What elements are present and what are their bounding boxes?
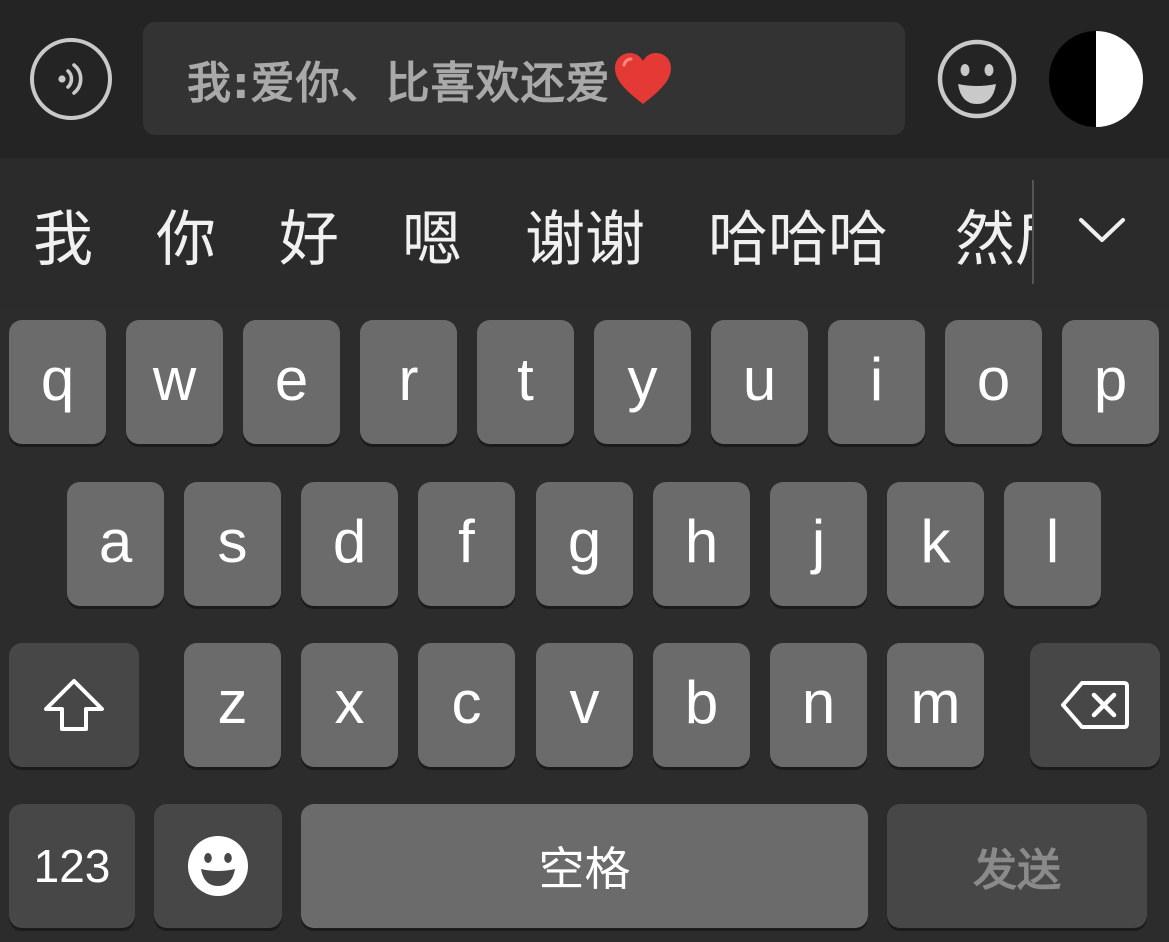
key-x[interactable]: x [301, 643, 398, 767]
candidate-word[interactable]: 哈哈哈 [708, 200, 888, 280]
send-key-label: 发送 [973, 845, 1061, 896]
key-n[interactable]: n [770, 643, 867, 767]
key-label: e [274, 345, 309, 413]
shift-arrow-icon [44, 679, 104, 731]
theme-toggle-button[interactable] [1048, 30, 1144, 128]
key-g[interactable]: g [536, 482, 633, 606]
key-label: d [332, 507, 367, 575]
key-j[interactable]: j [770, 482, 867, 606]
key-o[interactable]: o [945, 320, 1042, 444]
key-label: t [517, 345, 534, 413]
key-d[interactable]: d [301, 482, 398, 606]
key-label: p [1093, 345, 1128, 413]
key-b[interactable]: b [653, 643, 750, 767]
key-c[interactable]: c [418, 643, 515, 767]
key-label: y [627, 345, 658, 413]
half-circle-contrast-icon [1049, 31, 1143, 127]
key-v[interactable]: v [536, 643, 633, 767]
candidate-word[interactable]: 嗯 [402, 200, 462, 280]
key-h[interactable]: h [653, 482, 750, 606]
key-i[interactable]: i [828, 320, 925, 444]
key-label: f [458, 507, 475, 575]
numbers-key[interactable]: 123 [9, 804, 135, 928]
key-label: z [217, 668, 248, 736]
key-label: h [684, 507, 719, 575]
key-label: q [40, 345, 75, 413]
emoji-key[interactable] [154, 804, 282, 928]
key-u[interactable]: u [711, 320, 808, 444]
key-q[interactable]: q [9, 320, 106, 444]
key-label: g [567, 507, 602, 575]
emoji-button[interactable] [936, 38, 1018, 120]
chevron-down-icon [1079, 218, 1125, 242]
key-label: a [98, 507, 133, 575]
key-l[interactable]: l [1004, 482, 1101, 606]
key-label: j [811, 507, 826, 575]
key-label: k [920, 507, 951, 575]
key-label: i [869, 345, 884, 413]
key-label: l [1045, 507, 1060, 575]
key-z[interactable]: z [184, 643, 281, 767]
candidate-bar: 我 你 好 嗯 谢谢 哈哈哈 然后 [0, 158, 1169, 308]
red-heart-icon [614, 52, 671, 104]
candidate-word[interactable]: 然后 [955, 200, 1032, 280]
candidate-word[interactable]: 你 [156, 200, 216, 280]
key-r[interactable]: r [360, 320, 457, 444]
message-input-field[interactable]: 我:爱你、比喜欢还爱 [143, 22, 905, 135]
candidate-list: 我 你 好 嗯 谢谢 哈哈哈 然后 [0, 158, 1032, 308]
candidate-word[interactable]: 谢谢 [525, 200, 645, 280]
key-label: s [217, 507, 248, 575]
smiley-face-icon [937, 39, 1017, 119]
shift-key[interactable] [9, 643, 139, 767]
key-k[interactable]: k [887, 482, 984, 606]
send-key[interactable]: 发送 [887, 804, 1147, 928]
key-label: r [398, 345, 419, 413]
key-a[interactable]: a [67, 482, 164, 606]
smiley-face-icon [188, 836, 248, 896]
key-w[interactable]: w [126, 320, 223, 444]
space-key[interactable]: 空格 [301, 804, 868, 928]
key-y[interactable]: y [594, 320, 691, 444]
backspace-key[interactable] [1030, 643, 1160, 767]
key-f[interactable]: f [418, 482, 515, 606]
key-e[interactable]: e [243, 320, 340, 444]
chat-input-bar: 我:爱你、比喜欢还爱 [0, 0, 1169, 158]
candidate-word[interactable]: 我 [33, 200, 93, 280]
key-label: n [801, 668, 836, 736]
message-text: 我:爱你、比喜欢还爱 [187, 57, 611, 109]
key-label: c [451, 668, 482, 736]
key-label: u [742, 345, 777, 413]
voice-wave-icon [58, 63, 83, 95]
candidate-divider [1032, 180, 1034, 284]
key-p[interactable]: p [1062, 320, 1159, 444]
key-label: o [976, 345, 1011, 413]
key-label: b [684, 668, 719, 736]
space-key-label: 空格 [538, 842, 631, 896]
key-m[interactable]: m [887, 643, 984, 767]
key-label: v [569, 668, 600, 736]
expand-candidates-button[interactable] [1070, 198, 1134, 262]
backspace-icon [1061, 681, 1129, 729]
numbers-key-label: 123 [33, 840, 111, 892]
key-label: w [152, 345, 197, 413]
voice-input-button[interactable] [30, 38, 112, 120]
key-s[interactable]: s [184, 482, 281, 606]
candidate-word[interactable]: 好 [279, 200, 339, 280]
key-label: x [334, 668, 365, 736]
chat-keyboard-screen: 我:爱你、比喜欢还爱 我 你 好 嗯 谢谢 哈哈哈 然 q w e r t y … [0, 0, 1169, 942]
key-label: m [910, 668, 961, 736]
key-t[interactable]: t [477, 320, 574, 444]
